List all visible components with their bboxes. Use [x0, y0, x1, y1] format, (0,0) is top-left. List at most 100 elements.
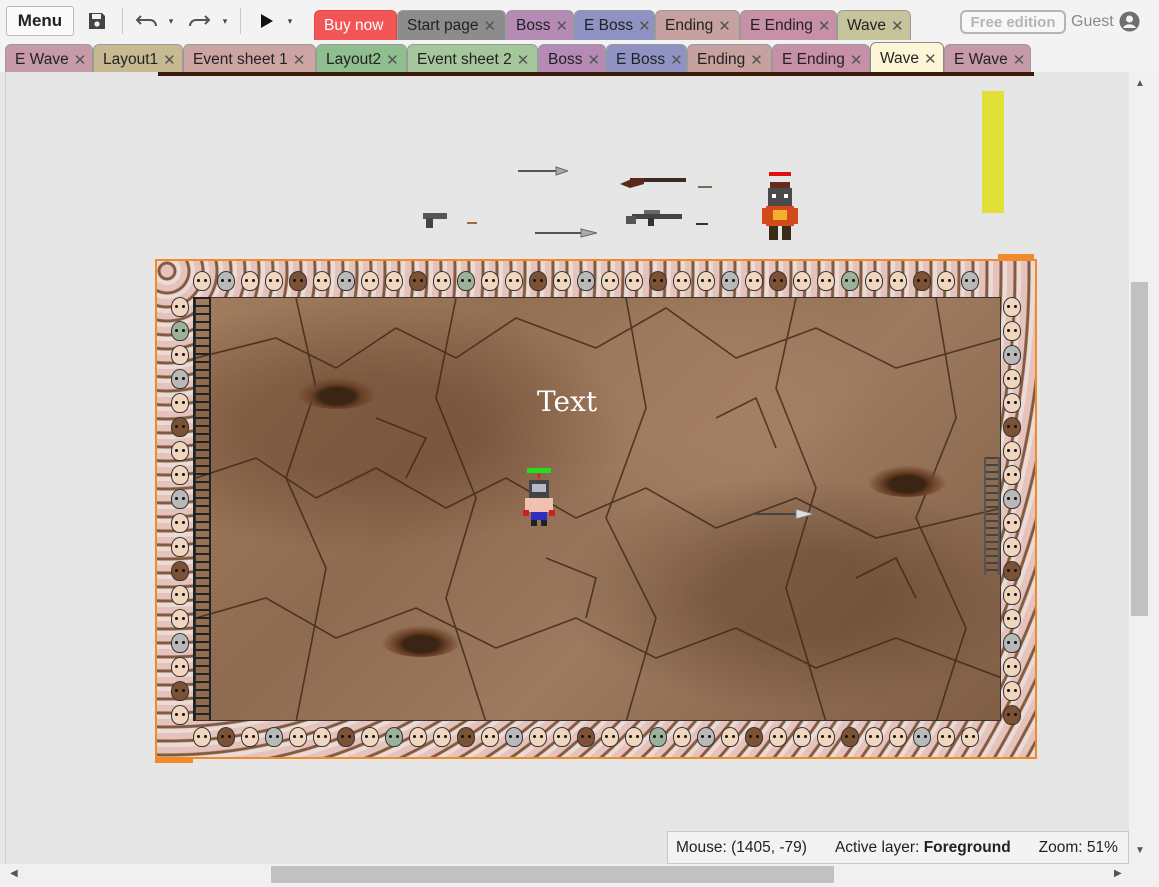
tab-ending[interactable]: Ending ✕ [655, 10, 740, 40]
tab-e-boss[interactable]: E Boss ✕ [574, 10, 655, 40]
tab-ending[interactable]: Ending ✕ [687, 44, 772, 74]
spear-sprite[interactable] [535, 226, 598, 243]
play-dropdown-chevron-icon[interactable]: ▾ [283, 6, 297, 36]
close-icon[interactable]: ✕ [163, 51, 176, 69]
tab-label: E Boss [616, 50, 666, 68]
play-icon[interactable] [256, 6, 278, 36]
tab-label: Boss [548, 50, 583, 68]
close-icon[interactable]: ✕ [638, 17, 651, 35]
close-icon[interactable]: ✕ [891, 17, 904, 35]
tab-label: E Wave [954, 50, 1008, 68]
scroll-left-arrow-icon[interactable]: ◀ [10, 868, 18, 879]
tab-e-wave[interactable]: E Wave ✕ [5, 44, 93, 74]
layout-area[interactable]: Text [155, 259, 1037, 759]
user-circle-icon[interactable] [1119, 11, 1140, 32]
active-layer-value: Foreground [923, 838, 1011, 856]
dirt-mound-sprite[interactable] [381, 625, 461, 657]
text-object[interactable]: Text [537, 385, 597, 418]
zoom-level: Zoom: 51% [1038, 838, 1118, 856]
tab-label: Ending [665, 16, 714, 34]
crowd-row-bottom [193, 727, 979, 747]
tab-label: Layout2 [326, 50, 382, 68]
close-icon[interactable]: ✕ [670, 51, 683, 69]
dirt-mound-sprite[interactable] [867, 465, 947, 497]
undo-icon[interactable] [134, 6, 160, 36]
scroll-right-arrow-icon[interactable]: ▶ [1114, 868, 1122, 879]
spear-sprite[interactable] [752, 507, 816, 525]
tab-label: E Wave [15, 50, 69, 68]
app-window: Menu ▾ ▾ ▾ Buy now Start page ✕ Boss ✕ E B… [0, 0, 1159, 887]
horizontal-scrollbar-thumb[interactable] [271, 866, 834, 883]
layout-corner-marker [998, 254, 1034, 259]
redo-icon[interactable] [186, 6, 212, 36]
bullet-sprite[interactable] [696, 214, 710, 231]
vertical-scrollbar-thumb[interactable] [1131, 282, 1148, 616]
close-icon[interactable]: ✕ [74, 51, 87, 69]
tab-boss[interactable]: Boss ✕ [506, 10, 574, 40]
tab-wave-active[interactable]: Wave ✕ [870, 42, 944, 74]
main-toolbar: Menu ▾ ▾ ▾ Buy now Start page ✕ Boss ✕ E B… [0, 0, 1159, 42]
floppy-disk-icon[interactable] [84, 6, 110, 36]
ground-cracks [196, 298, 1000, 720]
active-layer-status: Active layer: Foreground [835, 839, 1011, 857]
close-icon[interactable]: ✕ [1013, 51, 1026, 69]
close-icon[interactable]: ✕ [850, 51, 863, 69]
ladder-left-sprite[interactable] [193, 297, 211, 721]
tab-label: Boss [516, 16, 551, 34]
close-icon[interactable]: ✕ [924, 50, 937, 68]
menu-button[interactable]: Menu [6, 6, 74, 36]
document-tab-bar: E Wave ✕ Layout1 ✕ Event sheet 1 ✕ Layout2 ✕… [0, 42, 1159, 74]
scroll-up-arrow-icon[interactable]: ▲ [1135, 78, 1145, 89]
close-icon[interactable]: ✕ [293, 51, 306, 69]
tab-e-wave[interactable]: E Wave ✕ [944, 44, 1031, 74]
close-icon[interactable]: ✕ [750, 51, 763, 69]
tab-label: Layout1 [103, 50, 159, 68]
close-icon[interactable]: ✕ [517, 51, 530, 69]
layout-top-edge [158, 72, 1034, 76]
redo-dropdown-chevron-icon[interactable]: ▾ [218, 6, 232, 36]
spear-sprite[interactable] [518, 164, 570, 181]
ladder-right-sprite[interactable] [984, 457, 1000, 575]
yellow-marker-sprite[interactable] [982, 91, 1004, 213]
tab-label: E Ending [750, 16, 813, 34]
toolbar-separator [240, 8, 241, 34]
close-icon[interactable]: ✕ [587, 51, 600, 69]
close-icon[interactable]: ✕ [555, 17, 568, 35]
tab-e-boss[interactable]: E Boss ✕ [606, 44, 687, 74]
close-icon[interactable]: ✕ [718, 17, 731, 35]
dirt-mound-sprite[interactable] [297, 377, 377, 409]
player-sprite[interactable] [523, 468, 555, 540]
active-layer-label: Active layer: [834, 838, 920, 856]
close-icon[interactable]: ✕ [386, 51, 399, 69]
pistol-sprite[interactable] [423, 211, 449, 233]
tab-event-sheet-2[interactable]: Event sheet 2 ✕ [407, 44, 538, 74]
toolbar-separator [122, 8, 123, 34]
tab-layout1[interactable]: Layout1 ✕ [93, 44, 183, 74]
free-edition-badge[interactable]: Free edition [960, 10, 1066, 34]
tab-wave[interactable]: Wave ✕ [837, 10, 911, 40]
cracked-ground-background[interactable] [195, 297, 1001, 721]
bullet-sprite[interactable] [698, 177, 714, 194]
layout-editor-canvas[interactable]: Text [5, 72, 1129, 864]
shotgun-sprite[interactable] [620, 174, 686, 194]
crowd-column-left [171, 297, 189, 725]
tab-layout2[interactable]: Layout2 ✕ [316, 44, 407, 74]
tab-start-page[interactable]: Start page ✕ [397, 10, 506, 40]
tab-label: Start page [407, 16, 479, 34]
tab-label: E Boss [584, 16, 634, 34]
close-icon[interactable]: ✕ [818, 17, 831, 35]
boss-enemy-sprite[interactable] [759, 172, 801, 244]
close-icon[interactable]: ✕ [484, 17, 497, 35]
scroll-down-arrow-icon[interactable]: ▼ [1135, 845, 1145, 856]
bullet-sprite[interactable] [467, 213, 479, 230]
tab-event-sheet-1[interactable]: Event sheet 1 ✕ [183, 44, 316, 74]
tab-e-ending[interactable]: E Ending ✕ [772, 44, 870, 74]
tab-label: Buy now [324, 16, 384, 34]
tab-buy-now[interactable]: Buy now [314, 10, 397, 40]
guest-label: Guest [1071, 13, 1114, 30]
tab-e-ending[interactable]: E Ending ✕ [740, 10, 837, 40]
undo-dropdown-chevron-icon[interactable]: ▾ [164, 6, 178, 36]
tab-boss[interactable]: Boss ✕ [538, 44, 606, 74]
rifle-sprite[interactable] [624, 208, 688, 232]
crowd-column-right [1003, 297, 1021, 725]
